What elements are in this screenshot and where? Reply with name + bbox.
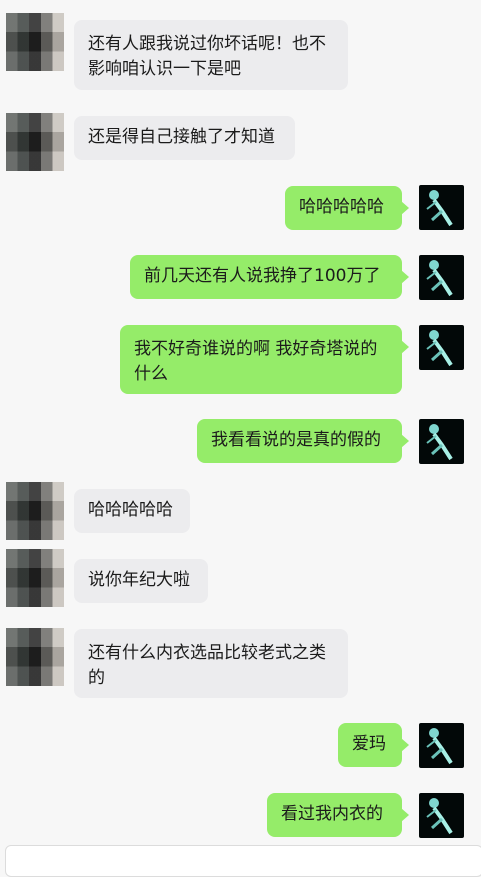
contact-avatar[interactable] — [6, 113, 64, 171]
message-bubble-outgoing: 爱玛 — [338, 723, 409, 767]
message-bubble-incoming: 还有什么内衣选品比较老式之类 的 — [74, 629, 348, 698]
xray-figure-icon — [426, 190, 453, 227]
message-bubble-outgoing: 哈哈哈哈哈 — [285, 186, 409, 230]
xray-figure-icon — [426, 798, 453, 835]
contact-avatar[interactable] — [6, 549, 64, 607]
message-bubble-incoming: 还是得自己接触了才知道 — [74, 116, 295, 160]
my-avatar[interactable] — [419, 325, 464, 370]
message-bubble-outgoing: 看过我内衣的 — [267, 793, 409, 837]
message-bubble-outgoing: 前几天还有人说我挣了100万了 — [130, 255, 409, 299]
my-avatar[interactable] — [419, 793, 464, 838]
contact-avatar[interactable] — [6, 13, 64, 71]
message-input[interactable] — [5, 845, 481, 877]
my-avatar[interactable] — [419, 419, 464, 464]
message-bubble-incoming: 哈哈哈哈哈 — [74, 489, 190, 533]
xray-figure-icon — [426, 330, 453, 367]
xray-figure-icon — [426, 260, 453, 297]
xray-figure-icon — [426, 728, 453, 765]
message-bubble-incoming: 说你年纪大啦 — [74, 559, 208, 603]
my-avatar[interactable] — [419, 185, 464, 230]
contact-avatar[interactable] — [6, 482, 64, 540]
xray-figure-icon — [426, 424, 453, 461]
message-bubble-outgoing: 我不好奇谁说的啊 我好奇塔说的 什么 — [120, 325, 409, 394]
message-bubble-outgoing: 我看看说的是真的假的 — [197, 419, 409, 463]
my-avatar[interactable] — [419, 723, 464, 768]
my-avatar[interactable] — [419, 255, 464, 300]
contact-avatar[interactable] — [6, 628, 64, 686]
message-bubble-incoming: 还有人跟我说过你坏话呢！也不 影响咱认识一下是吧 — [74, 20, 348, 90]
